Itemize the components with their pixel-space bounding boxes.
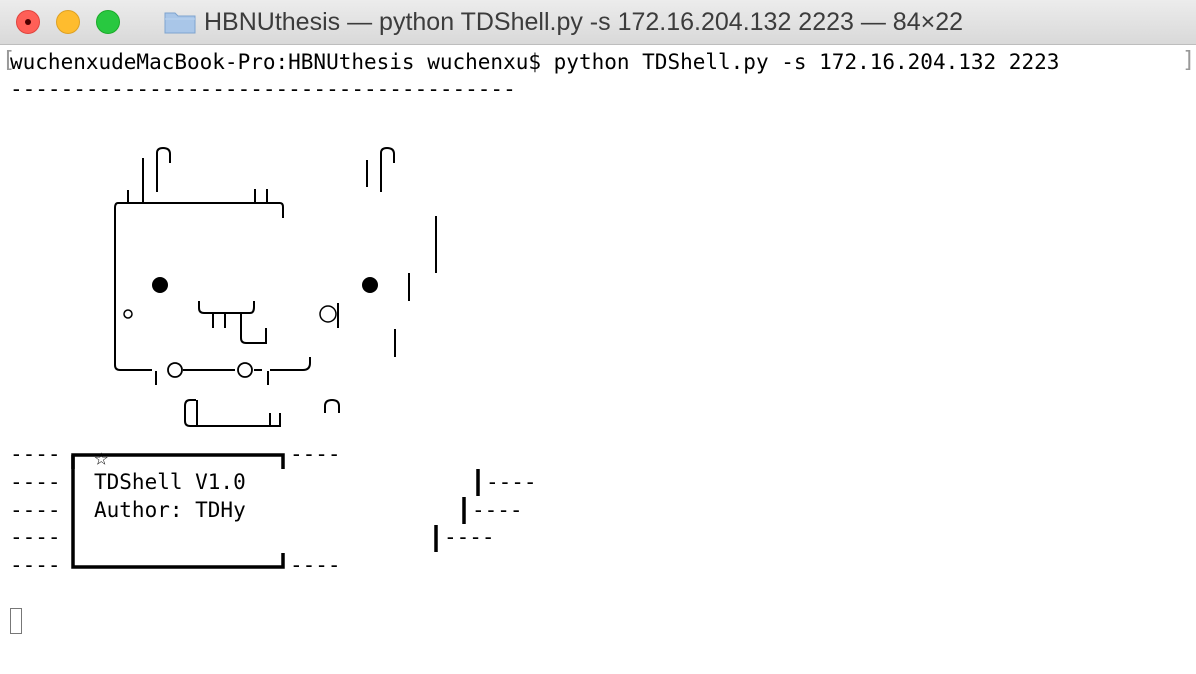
small-circle-left <box>123 309 133 319</box>
banner-title: TDShell V1.0 <box>94 470 246 494</box>
chin-line-right <box>270 357 311 371</box>
terminal-window: HBNUthesis — python TDShell.py -s 172.16… <box>0 0 1196 674</box>
terminal-content[interactable]: [ wuchenxudeMacBook-Pro:HBNUthesis wuche… <box>0 45 1196 674</box>
mouth-upper <box>198 301 255 314</box>
zoom-button[interactable] <box>96 10 120 34</box>
dash-left-4: ---- <box>10 525 61 549</box>
stair-dash-2: ---- <box>472 498 523 522</box>
star-icon: ☆ <box>94 443 108 471</box>
window-title-group: HBNUthesis — python TDShell.py -s 172.16… <box>164 0 963 44</box>
eye-left <box>152 277 168 293</box>
banner-author: Author: TDHy <box>94 498 246 522</box>
title-bar[interactable]: HBNUthesis — python TDShell.py -s 172.16… <box>0 0 1196 45</box>
dash-left-2: ---- <box>10 470 61 494</box>
dash-left-1: ---- <box>10 442 61 466</box>
feet-line <box>184 399 281 427</box>
ear-left-hook <box>156 146 171 192</box>
mouth-tooth-long <box>240 313 267 344</box>
head-top-edge <box>118 202 284 218</box>
bead-right <box>237 362 253 378</box>
head-left-edge <box>114 202 152 371</box>
close-button[interactable] <box>16 10 40 34</box>
foot-right-arch <box>324 398 340 413</box>
terminal-cursor <box>10 608 22 634</box>
dash-left-5: ---- <box>10 553 61 577</box>
mouth-teeth <box>212 313 226 328</box>
small-circle-right <box>319 305 337 323</box>
dash-left-3: ---- <box>10 498 61 522</box>
bead-left <box>167 362 183 378</box>
head-top-ticks <box>254 189 268 203</box>
ear-right-hook <box>380 146 395 192</box>
eye-right <box>362 277 378 293</box>
stair-dash-1: ---- <box>486 470 537 494</box>
stair-dash-3: ---- <box>444 525 495 549</box>
dash-right-bottom: ---- <box>290 553 341 577</box>
folder-icon <box>164 12 196 34</box>
minimize-button[interactable] <box>56 10 80 34</box>
ascii-art-drawing: ---- ---- ---- ---- ---- ---- ---- ---- … <box>10 146 537 577</box>
dash-right-top: ---- <box>290 442 341 466</box>
window-title: HBNUthesis — python TDShell.py -s 172.16… <box>204 7 964 36</box>
